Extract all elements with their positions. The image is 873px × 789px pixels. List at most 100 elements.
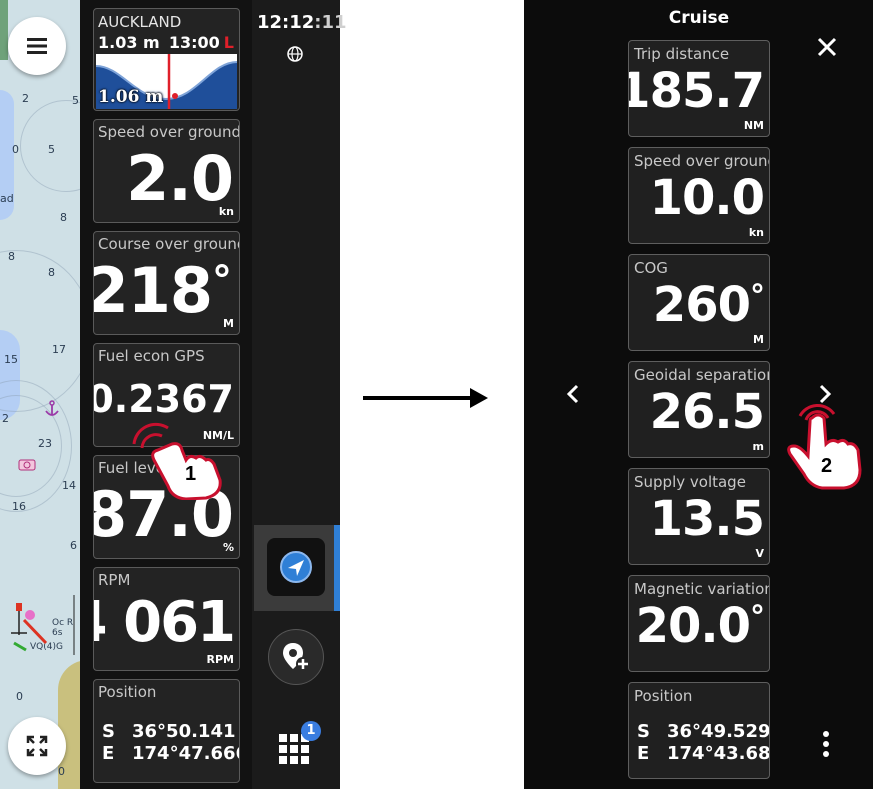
- transition-arrow-head: [470, 388, 488, 408]
- geoidal-separation-tile[interactable]: Geoidal separation 26.5 m: [628, 361, 770, 458]
- transition-arrow: [363, 396, 473, 400]
- depth-label: 16: [12, 500, 26, 513]
- page-title: Cruise: [668, 8, 730, 28]
- more-vertical-icon[interactable]: [822, 730, 830, 758]
- tide-state: L: [223, 33, 234, 52]
- longitude-value: 174°43.688: [667, 743, 770, 764]
- latitude-hemisphere: S: [102, 721, 115, 742]
- depth-label: 5: [48, 143, 55, 156]
- notification-badge: 1: [301, 721, 321, 741]
- longitude-row: E 174°43.688: [637, 743, 770, 764]
- step-number: 1: [185, 463, 197, 485]
- degree-symbol: °: [750, 279, 765, 314]
- trip-distance-tile[interactable]: Trip distance 185.7 NM: [628, 40, 770, 137]
- position-tile[interactable]: Position S 36°50.141 E 174°47.666: [93, 679, 240, 783]
- tile-value: 260°: [652, 277, 765, 333]
- tide-location: AUCKLAND: [98, 13, 182, 31]
- tile-value: 185.7: [628, 63, 765, 119]
- depth-label: 14: [62, 479, 76, 492]
- tile-unit: %: [222, 541, 234, 554]
- depth-label: 0: [58, 765, 65, 778]
- speed-over-ground-tile[interactable]: Speed over ground 2.0 kn: [93, 119, 240, 223]
- cog-tile[interactable]: COG 260° M: [628, 254, 770, 351]
- buoy-marks-icon: [11, 595, 75, 655]
- latitude-hemisphere: S: [637, 721, 650, 742]
- menu-button[interactable]: [8, 17, 66, 75]
- speed-over-ground-tile[interactable]: Speed over ground 10.0 kn: [628, 147, 770, 244]
- degree-symbol: °: [212, 258, 232, 304]
- tile-unit: NM: [743, 119, 764, 132]
- longitude-row: E 174°47.666: [102, 743, 240, 764]
- depth-label: 0: [16, 690, 23, 703]
- longitude-hemisphere: E: [102, 743, 115, 764]
- course-over-ground-tile[interactable]: Course over ground 218° M: [93, 231, 240, 335]
- tile-label: Trip distance: [634, 45, 730, 63]
- tile-label: Course over ground: [98, 235, 240, 253]
- tile-value: 20.0°: [635, 598, 765, 654]
- tile-unit: kn: [218, 205, 234, 218]
- latitude-value: 36°49.529: [667, 721, 770, 742]
- supply-voltage-tile[interactable]: Supply voltage 13.5 V: [628, 468, 770, 565]
- tile-label: Speed over ground: [634, 152, 770, 170]
- close-icon[interactable]: [816, 36, 838, 58]
- tap-gesture-icon: [787, 403, 862, 490]
- tile-value: 218°: [93, 254, 232, 327]
- latitude-row: S 36°50.141: [102, 721, 236, 742]
- clock-time: 12:12: [257, 12, 315, 33]
- tile-unit: M: [753, 333, 764, 346]
- tile-unit: M: [223, 317, 234, 330]
- depth-label: 6: [70, 539, 77, 552]
- tile-unit: m: [752, 440, 764, 453]
- position-tile[interactable]: Position S 36°49.529 E 174°43.688: [628, 682, 770, 779]
- depth-label: 23: [38, 437, 52, 450]
- anchor-icon: [45, 400, 59, 416]
- degree-symbol: °: [750, 600, 765, 635]
- rpm-tile[interactable]: RPM 4 061 RPM: [93, 567, 240, 671]
- tide-current-height: 1.06 m: [98, 87, 164, 107]
- tile-label: Position: [634, 687, 693, 705]
- tile-label: Supply voltage: [634, 473, 746, 491]
- tile-unit: V: [755, 547, 764, 560]
- nav-widget[interactable]: [254, 525, 340, 611]
- chart-map[interactable]: 2 8 5 0 5 ad 8 8 15 17 2 23 14 16 6 0 0 …: [0, 0, 80, 789]
- depth-label: 2: [2, 412, 9, 425]
- chevron-left-icon[interactable]: [564, 383, 580, 405]
- hamburger-icon: [27, 38, 47, 54]
- fullscreen-button[interactable]: [8, 717, 66, 775]
- tile-value: 26.5: [649, 384, 765, 440]
- depth-label: 8: [60, 211, 67, 224]
- tile-unit: kn: [748, 226, 764, 239]
- expand-icon: [26, 735, 48, 757]
- navigation-arrow-icon: [280, 551, 312, 583]
- longitude-hemisphere: E: [637, 743, 650, 764]
- depth-label: 17: [52, 343, 66, 356]
- tile-value: 10.0: [649, 170, 765, 226]
- tide-time: 13:00 L: [168, 33, 234, 52]
- tile-value: 0.2367: [93, 377, 234, 421]
- magnetic-variation-tile[interactable]: Magnetic variation 20.0°: [628, 575, 770, 672]
- tile-label: Geoidal separation: [634, 366, 770, 384]
- depth-label: 5: [72, 94, 79, 107]
- tile-unit: RPM: [206, 653, 234, 666]
- depth-label: 8: [48, 266, 55, 279]
- tile-value: 2.0: [126, 142, 234, 215]
- latitude-value: 36°50.141: [132, 721, 236, 742]
- tile-label: Fuel econ GPS: [98, 347, 205, 365]
- tide-tile[interactable]: AUCKLAND 1.03 m 13:00 L 1.06 m: [93, 8, 240, 111]
- tile-value: 13.5: [649, 491, 765, 547]
- tide-height: 1.03 m: [98, 33, 160, 52]
- longitude-value: 174°47.666: [132, 743, 240, 764]
- tile-label: Magnetic variation: [634, 580, 770, 598]
- latitude-row: S 36°49.529: [637, 721, 770, 742]
- depth-label: 15: [4, 353, 18, 366]
- apps-button[interactable]: 1: [279, 721, 321, 764]
- clock-seconds: :11: [314, 12, 347, 33]
- globe-icon: [287, 46, 303, 62]
- step-number: 2: [821, 455, 833, 477]
- tile-value: 4 061: [94, 590, 236, 655]
- depth-label: 8: [8, 250, 15, 263]
- depth-label: 2: [22, 92, 29, 105]
- tile-label: Speed over ground: [98, 123, 240, 141]
- add-waypoint-button[interactable]: [268, 629, 324, 685]
- clock: 12:12:11: [257, 12, 347, 33]
